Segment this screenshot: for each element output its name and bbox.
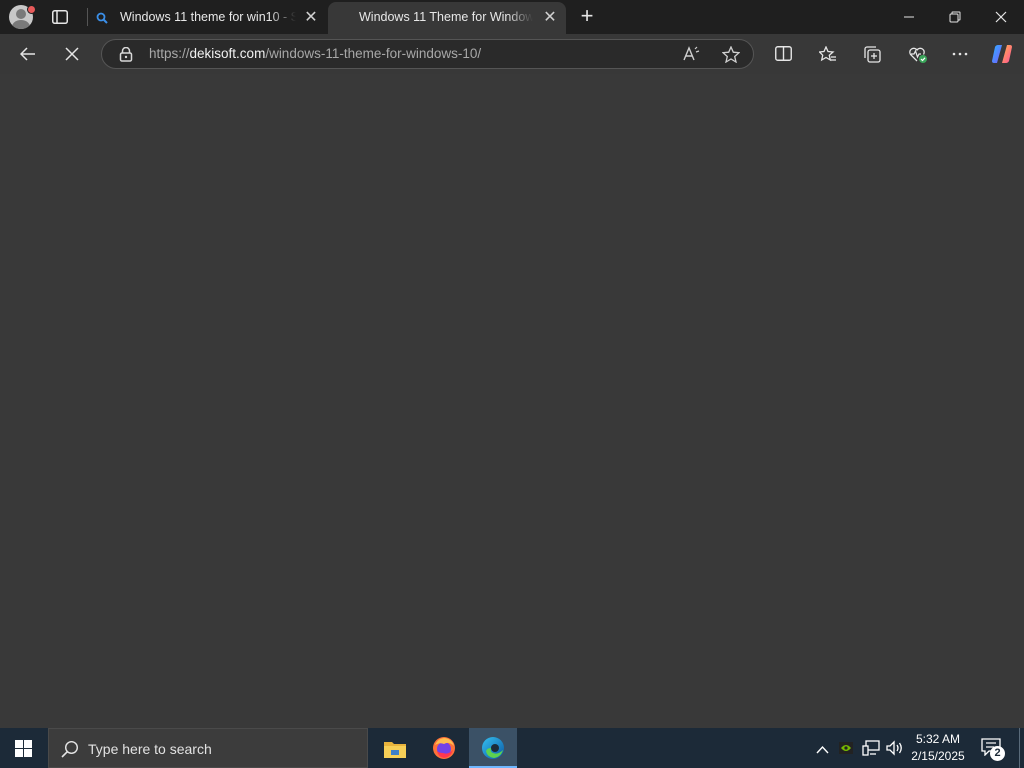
tab-title: Windows 11 theme for win10 - Search (120, 10, 296, 24)
split-screen-icon (775, 46, 792, 61)
file-explorer-icon (384, 742, 406, 758)
tab-search[interactable]: Windows 11 theme for win10 - Search ✕ (90, 2, 326, 34)
back-button[interactable] (13, 39, 43, 69)
tab-active[interactable]: Windows 11 Theme for Windows 10 ✕ (328, 2, 566, 34)
search-favicon (96, 12, 108, 27)
minimize-button[interactable] (886, 0, 932, 34)
clock-time: 5:32 AM (915, 732, 961, 746)
split-screen-button[interactable] (768, 39, 798, 69)
close-window-button[interactable] (978, 0, 1024, 34)
page-viewport[interactable] (0, 74, 1024, 728)
search-placeholder: Type here to search (88, 741, 212, 757)
favorites-icon (819, 46, 836, 62)
clock-date: 2/15/2025 (911, 749, 965, 763)
firefox-icon (433, 737, 455, 759)
browser-toolbar: https://dekisoft.com/windows-11-theme-fo… (0, 34, 1024, 74)
show-desktop-button[interactable] (1019, 728, 1020, 768)
chevron-up-icon[interactable] (816, 742, 829, 760)
more-button[interactable] (945, 39, 975, 69)
favorite-star-icon[interactable] (721, 45, 741, 68)
start-button[interactable] (0, 728, 48, 768)
favorites-button[interactable] (812, 39, 842, 69)
lock-icon[interactable] (119, 46, 133, 67)
close-tab-icon[interactable]: ✕ (303, 10, 319, 26)
tab-actions-icon[interactable] (46, 5, 74, 29)
back-arrow-icon (20, 47, 35, 61)
copilot-icon (992, 45, 1012, 63)
tab-strip: Windows 11 theme for win10 - Search ✕ Wi… (0, 0, 1024, 34)
taskbar-file-explorer[interactable] (371, 728, 419, 768)
edge-icon (482, 737, 504, 759)
windows-start-icon (15, 740, 32, 757)
tab-separator (87, 8, 88, 26)
notification-count-badge: 2 (990, 746, 1005, 761)
collections-button[interactable] (857, 39, 887, 69)
url-text[interactable]: https://dekisoft.com/windows-11-theme-fo… (149, 46, 481, 61)
tab-title: Windows 11 Theme for Windows 10 (359, 10, 533, 24)
new-tab-button[interactable]: + (576, 5, 598, 28)
taskbar-clock[interactable]: 5:32 AM 2/15/2025 (906, 731, 970, 765)
network-icon[interactable] (862, 740, 880, 761)
nvidia-icon[interactable] (839, 741, 853, 759)
volume-icon[interactable] (886, 740, 904, 761)
copilot-button[interactable] (987, 39, 1017, 69)
browser-essentials-icon (909, 47, 927, 63)
taskbar: Type here to search 5:32 AM 2/15/2025 2 (0, 728, 1024, 768)
address-bar[interactable]: https://dekisoft.com/windows-11-theme-fo… (101, 39, 754, 69)
close-tab-icon[interactable]: ✕ (542, 10, 558, 26)
stop-loading-icon (65, 47, 79, 61)
read-aloud-icon[interactable] (683, 46, 701, 67)
browser-essentials-button[interactable] (901, 39, 931, 69)
taskbar-search-box[interactable]: Type here to search (48, 728, 368, 768)
more-icon (952, 52, 968, 56)
taskbar-firefox[interactable] (420, 728, 468, 768)
search-icon (61, 740, 79, 758)
notification-center-button[interactable]: 2 (981, 738, 1005, 761)
taskbar-edge[interactable] (469, 728, 517, 768)
restore-button[interactable] (932, 0, 978, 34)
collections-icon (864, 46, 881, 63)
stop-loading-button[interactable] (57, 39, 87, 69)
profile-status-dot (27, 5, 36, 14)
